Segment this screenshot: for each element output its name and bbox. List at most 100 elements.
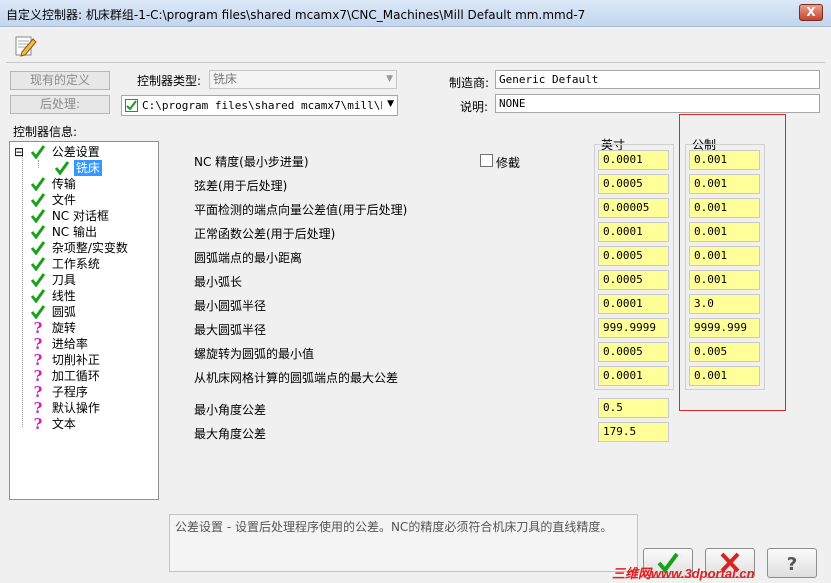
help-button[interactable]: ?: [767, 548, 817, 578]
tree-item-label: 工作系统: [51, 257, 100, 271]
tree-item-files[interactable]: 文件: [30, 192, 78, 208]
inch-field-min-arc-radius[interactable]: 0.0001: [598, 294, 669, 314]
inch-field-nc-precision[interactable]: 0.0001: [598, 150, 669, 170]
metric-field-min-arc-length[interactable]: 0.001: [689, 270, 760, 290]
row-label-grid-arc-endpoint: 从机床网格计算的圆弧端点的最大公差: [194, 371, 399, 385]
post-file-combo[interactable]: C:\program files\shared mcamx7\mill\Post…: [121, 95, 398, 116]
row-label-normal-function: 正常函数公差(用于后处理): [194, 227, 336, 241]
title-bar: 自定义控制器: 机床群组-1-C:\program files\shared m…: [0, 0, 831, 27]
row-label-max-angle: 最大角度公差: [194, 427, 267, 441]
tree-item-arc[interactable]: 圆弧: [30, 304, 78, 320]
toolbar-separator: [6, 62, 825, 63]
inch-field-max-arc-radius[interactable]: 999.9999: [598, 318, 669, 338]
close-button[interactable]: X: [799, 4, 823, 21]
check-icon: [30, 241, 46, 256]
description-label: 说明:: [460, 100, 489, 114]
metric-field-plane-vector[interactable]: 0.001: [689, 198, 760, 218]
existing-definition-label: 现有的定义: [29, 73, 90, 87]
controller-info-tree[interactable]: ⊟ 公差设置 铣床 传输 文件 NC 对话框 NC 输出 杂项整/实变数 工作系…: [9, 141, 159, 500]
close-icon: X: [806, 5, 816, 19]
tree-item-canned-cycles[interactable]: ? 加工循环: [30, 368, 102, 384]
tree-expander-icon: ⊟: [14, 145, 25, 159]
tree-item-label: 传输: [51, 177, 76, 191]
row-label-helix-to-arc: 螺旋转为圆弧的最小值: [194, 347, 315, 361]
metric-field-chord[interactable]: 0.001: [689, 174, 760, 194]
tree-item-cutter-comp[interactable]: ? 切削补正: [30, 352, 102, 368]
row-label-plane-vector: 平面检测的端点向量公差值(用于后处理): [194, 203, 408, 217]
tree-item-label: 文件: [51, 193, 76, 207]
inch-field-helix-to-arc[interactable]: 0.0005: [598, 342, 669, 362]
description-field[interactable]: NONE: [495, 94, 820, 113]
inch-field-chord[interactable]: 0.0005: [598, 174, 669, 194]
tree-item-work-system[interactable]: 工作系统: [30, 256, 102, 272]
tree-item-nc-output[interactable]: NC 输出: [30, 224, 99, 240]
metric-field-min-arc-radius[interactable]: 3.0: [689, 294, 760, 314]
controller-type-label: 控制器类型:: [137, 74, 202, 88]
tree-item-label: 进给率: [51, 337, 88, 351]
file-check-icon: [125, 99, 138, 112]
tree-item-misc-vars[interactable]: 杂项整/实变数: [30, 240, 130, 256]
min-angle-field[interactable]: 0.5: [598, 398, 669, 418]
tree-item-feedrate[interactable]: ? 进给率: [30, 336, 90, 352]
tree-item-transfer[interactable]: 传输: [30, 176, 78, 192]
row-label-nc-precision: NC 精度(最小步进量): [194, 155, 309, 169]
tree-item-text[interactable]: ? 文本: [30, 416, 78, 432]
manufacturer-label: 制造商:: [449, 76, 490, 90]
tree-item-label: 线性: [51, 289, 76, 303]
tree-item-label: NC 输出: [51, 225, 97, 239]
edit-notepad-icon[interactable]: [12, 34, 38, 58]
tree-item-tools[interactable]: 刀具: [30, 272, 78, 288]
inch-field-normal-function[interactable]: 0.0001: [598, 222, 669, 242]
trim-checkbox[interactable]: [480, 154, 493, 167]
inch-field-arc-endpoint-distance[interactable]: 0.0005: [598, 246, 669, 266]
check-icon: [30, 209, 46, 224]
svg-text:?: ?: [787, 554, 797, 575]
tree-item-tolerance[interactable]: ⊟ 公差设置: [14, 144, 102, 160]
tree-connector: [22, 152, 23, 427]
tree-item-label: 子程序: [51, 385, 88, 399]
tree-item-label: 铣床: [73, 160, 102, 176]
row-label-chord: 弦差(用于后处理): [194, 179, 288, 193]
max-angle-field[interactable]: 179.5: [598, 422, 669, 442]
metric-field-arc-endpoint-distance[interactable]: 0.001: [689, 246, 760, 266]
check-icon: [30, 257, 46, 272]
tree-item-linear[interactable]: 线性: [30, 288, 78, 304]
check-icon: [30, 193, 46, 208]
check-icon: [30, 289, 46, 304]
tree-item-label: 圆弧: [51, 305, 76, 319]
tree-item-nc-dialog[interactable]: NC 对话框: [30, 208, 111, 224]
controller-info-label: 控制器信息:: [13, 125, 78, 139]
existing-definition-button[interactable]: 现有的定义: [10, 71, 110, 90]
tree-item-label: 加工循环: [51, 369, 100, 383]
metric-field-normal-function[interactable]: 0.001: [689, 222, 760, 242]
tree-item-mill[interactable]: 铣床: [54, 160, 102, 176]
check-icon: [30, 177, 46, 192]
question-icon: ?: [33, 335, 43, 353]
metric-field-nc-precision[interactable]: 0.001: [689, 150, 760, 170]
post-file-path: C:\program files\shared mcamx7\mill\Post…: [142, 99, 382, 112]
tree-item-subprograms[interactable]: ? 子程序: [30, 384, 90, 400]
question-icon: ?: [33, 399, 43, 417]
question-icon: ?: [33, 383, 43, 401]
check-icon: [30, 225, 46, 240]
tree-connector: [38, 160, 39, 168]
tree-item-label: 切削补正: [51, 353, 100, 367]
controller-type-combo[interactable]: 铣床 ▼: [209, 70, 397, 89]
metric-field-max-arc-radius[interactable]: 9999.999: [689, 318, 760, 338]
postprocessor-button[interactable]: 后处理:: [10, 95, 110, 114]
chevron-down-icon: ▼: [387, 99, 394, 109]
manufacturer-field[interactable]: Generic Default: [495, 70, 820, 89]
tree-item-rotary[interactable]: ? 旋转: [30, 320, 78, 336]
tree-item-default-ops[interactable]: ? 默认操作: [30, 400, 102, 416]
inch-field-grid-arc-endpoint[interactable]: 0.0001: [598, 366, 669, 386]
tree-item-label: 旋转: [51, 321, 76, 335]
row-label-arc-endpoint-distance: 圆弧端点的最小距离: [194, 251, 303, 265]
metric-field-grid-arc-endpoint[interactable]: 0.001: [689, 366, 760, 386]
metric-field-helix-to-arc[interactable]: 0.005: [689, 342, 760, 362]
inch-field-min-arc-length[interactable]: 0.0005: [598, 270, 669, 290]
question-icon: ?: [787, 554, 797, 575]
check-icon: [30, 145, 46, 160]
question-icon: ?: [33, 367, 43, 385]
inch-field-plane-vector[interactable]: 0.00005: [598, 198, 669, 218]
tree-item-label: 杂项整/实变数: [51, 241, 128, 255]
